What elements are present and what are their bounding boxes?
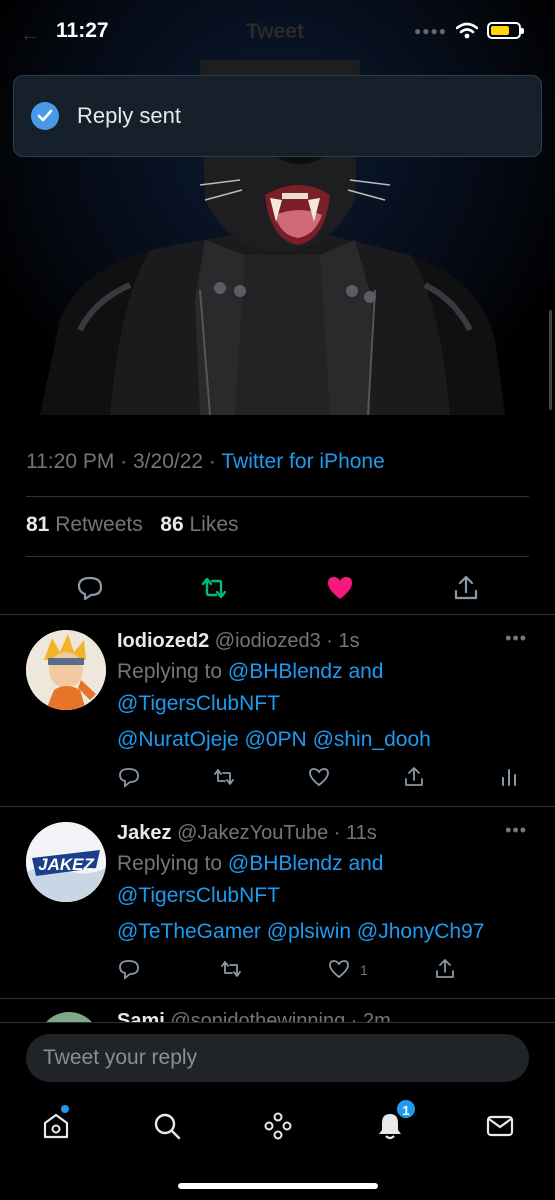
status-icons: ●●●● [414,22,524,39]
search-icon[interactable] [152,1111,182,1141]
reply-actions: 1 [0,958,555,984]
home-icon[interactable] [41,1111,71,1141]
reply-author-name[interactable]: Iodiozed2 [117,630,209,652]
mention-link[interactable]: @BHBlendz [228,660,343,683]
tweet-source-link[interactable]: Twitter for iPhone [221,450,384,473]
retweet-icon[interactable] [200,574,228,602]
reply-icon[interactable] [118,958,140,980]
mention-link[interactable]: @JhonyCh97 [357,920,485,943]
back-arrow-icon[interactable]: ← [20,24,48,46]
tweet-time: 11:20 PM [26,450,115,473]
status-time: 11:27 [56,19,109,42]
reply-sent-toast: Reply sent [13,75,542,157]
mention-link[interactable]: @TeTheGamer [117,920,261,943]
share-icon[interactable] [403,766,425,788]
messages-icon[interactable] [485,1111,515,1141]
mention-link[interactable]: @NuratOjeje [117,728,239,751]
likes-stat[interactable]: 86 Likes [160,513,238,536]
notifications-badge: 1 [395,1098,417,1120]
more-options-icon[interactable]: ••• [505,820,527,841]
mention-link[interactable]: @TigersClubNFT [117,692,280,715]
reply-tweet[interactable]: Iodiozed2 @iodiozed3 · 1s ••• Replying t… [0,614,555,806]
divider [26,556,529,557]
retweets-stat[interactable]: 81 Retweets [26,513,143,536]
replying-to-line: Replying to @BHBlendz and [117,660,384,683]
mention-link[interactable]: @shin_dooh [313,728,431,751]
reply-text: @TeTheGamer @plsiwin @JhonyCh97 [117,920,484,944]
tweet-stats: 81 Retweets 86 Likes [26,513,239,537]
home-unread-dot [61,1105,69,1113]
reply-time: 1s [338,630,360,652]
tweet-date: 3/20/22 [133,450,204,473]
like-icon[interactable] [328,958,350,980]
reply-time: 11s [346,822,377,844]
mention-link[interactable]: @TigersClubNFT [117,884,280,907]
battery-icon [487,22,524,39]
checkmark-icon [31,102,59,130]
replying-to-line: @TigersClubNFT [117,692,280,716]
divider [0,998,555,999]
analytics-icon[interactable] [498,766,520,788]
home-indicator [178,1183,378,1189]
tweet-actions [0,568,555,608]
like-count: 1 [360,962,368,978]
spaces-icon[interactable] [263,1111,293,1141]
bottom-area: Tweet your reply 1 [0,1022,555,1200]
cellular-signal-icon: ●●●● [414,23,447,38]
liked-heart-icon[interactable] [326,574,354,602]
mention-link[interactable]: @plsiwin [267,920,351,943]
retweet-icon[interactable] [220,958,242,980]
more-options-icon[interactable]: ••• [505,628,527,649]
retweet-icon[interactable] [213,766,235,788]
avatar[interactable]: JAKEZ [26,822,106,902]
page-title: Tweet [246,20,304,43]
reply-header: Jakez @JakezYouTube · 11s [117,822,377,844]
scrollbar[interactable] [549,310,552,410]
tweet-media-image[interactable] [0,0,555,415]
replying-to-line: @TigersClubNFT [117,884,280,908]
reply-text: @NuratOjeje @0PN @shin_dooh [117,728,431,752]
share-icon[interactable] [452,574,480,602]
svg-text:JAKEZ: JAKEZ [38,855,94,874]
tab-bar: 1 [0,1098,555,1161]
tweet-timestamp: 11:20 PM · 3/20/22 · Twitter for iPhone [26,450,385,473]
status-bar: ← Tweet 11:27 ●●●● [0,0,555,62]
mention-link[interactable]: @0PN [245,728,307,751]
reply-header: Iodiozed2 @iodiozed3 · 1s [117,630,360,652]
reply-author-handle[interactable]: @JakezYouTube [177,822,328,844]
reply-icon[interactable] [118,766,140,788]
reply-actions [0,766,555,792]
toast-message: Reply sent [77,103,181,128]
share-icon[interactable] [434,958,456,980]
replying-to-line: Replying to @BHBlendz and [117,852,384,875]
reply-author-name[interactable]: Jakez [117,822,172,844]
reply-input[interactable]: Tweet your reply [26,1034,529,1082]
reply-author-handle[interactable]: @iodiozed3 [215,630,321,652]
like-icon[interactable] [308,766,330,788]
reply-tweet[interactable]: JAKEZ Jakez @JakezYouTube · 11s ••• Repl… [0,806,555,998]
mention-link[interactable]: @BHBlendz [228,852,343,875]
avatar[interactable] [26,630,106,710]
reply-icon[interactable] [76,574,104,602]
divider [26,496,529,497]
wifi-icon [456,22,478,39]
